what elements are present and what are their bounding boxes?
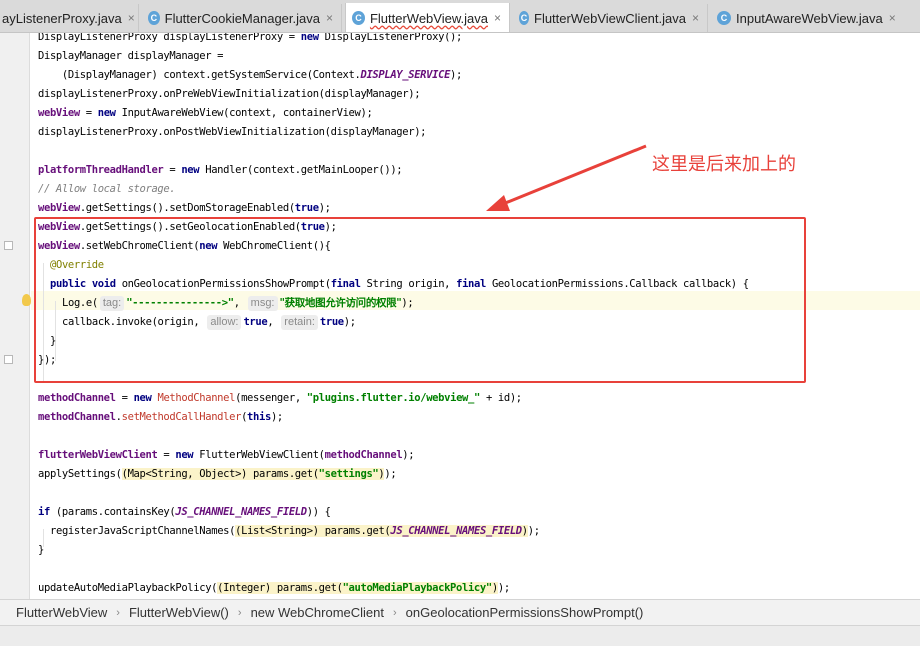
- close-icon[interactable]: ×: [494, 11, 501, 25]
- tab-flutter-web-view-client[interactable]: C FlutterWebViewClient.java ×: [513, 4, 708, 32]
- close-icon[interactable]: ×: [128, 11, 135, 25]
- tab-label: FlutterWebView.java: [369, 10, 488, 26]
- tab-flutter-web-view[interactable]: C FlutterWebView.java ×: [345, 3, 510, 32]
- close-icon[interactable]: ×: [692, 11, 699, 25]
- breadcrumb-item-constructor[interactable]: FlutterWebView(): [129, 605, 229, 620]
- tab-label: FlutterWebViewClient.java: [534, 10, 686, 26]
- close-icon[interactable]: ×: [326, 11, 333, 25]
- callout-note: 这里是后来加上的: [652, 154, 796, 175]
- tab-display-listener-proxy[interactable]: ayListenerProxy.java ×: [0, 4, 139, 32]
- editor-tab-bar: ayListenerProxy.java × C FlutterCookieMa…: [0, 0, 920, 33]
- class-c-icon: C: [717, 11, 731, 25]
- breadcrumb-separator-icon: ›: [393, 606, 397, 619]
- breadcrumb-item-anonymous-class[interactable]: new WebChromeClient: [251, 605, 384, 620]
- breadcrumb-item-method[interactable]: onGeolocationPermissionsShowPrompt(): [406, 605, 644, 620]
- tab-input-aware-web-view[interactable]: C InputAwareWebView.java ×: [711, 4, 920, 32]
- tab-label: InputAwareWebView.java: [736, 10, 883, 26]
- breadcrumb: FlutterWebView › FlutterWebView() › new …: [0, 599, 920, 625]
- tab-flutter-cookie-manager[interactable]: C FlutterCookieManager.java ×: [142, 4, 342, 32]
- close-icon[interactable]: ×: [889, 11, 896, 25]
- code-editor[interactable]: DisplayListenerProxy displayListenerProx…: [0, 33, 920, 599]
- class-c-icon: C: [352, 11, 365, 25]
- class-c-icon: C: [519, 11, 529, 25]
- tab-label: ayListenerProxy.java: [2, 10, 122, 26]
- class-c-icon: C: [148, 11, 160, 25]
- tab-label: FlutterCookieManager.java: [164, 10, 320, 26]
- breadcrumb-item-class[interactable]: FlutterWebView: [16, 605, 107, 620]
- breadcrumb-separator-icon: ›: [237, 606, 242, 619]
- breadcrumb-separator-icon: ›: [116, 606, 120, 619]
- callout-arrow-icon: [486, 144, 647, 211]
- status-bar: [0, 625, 920, 646]
